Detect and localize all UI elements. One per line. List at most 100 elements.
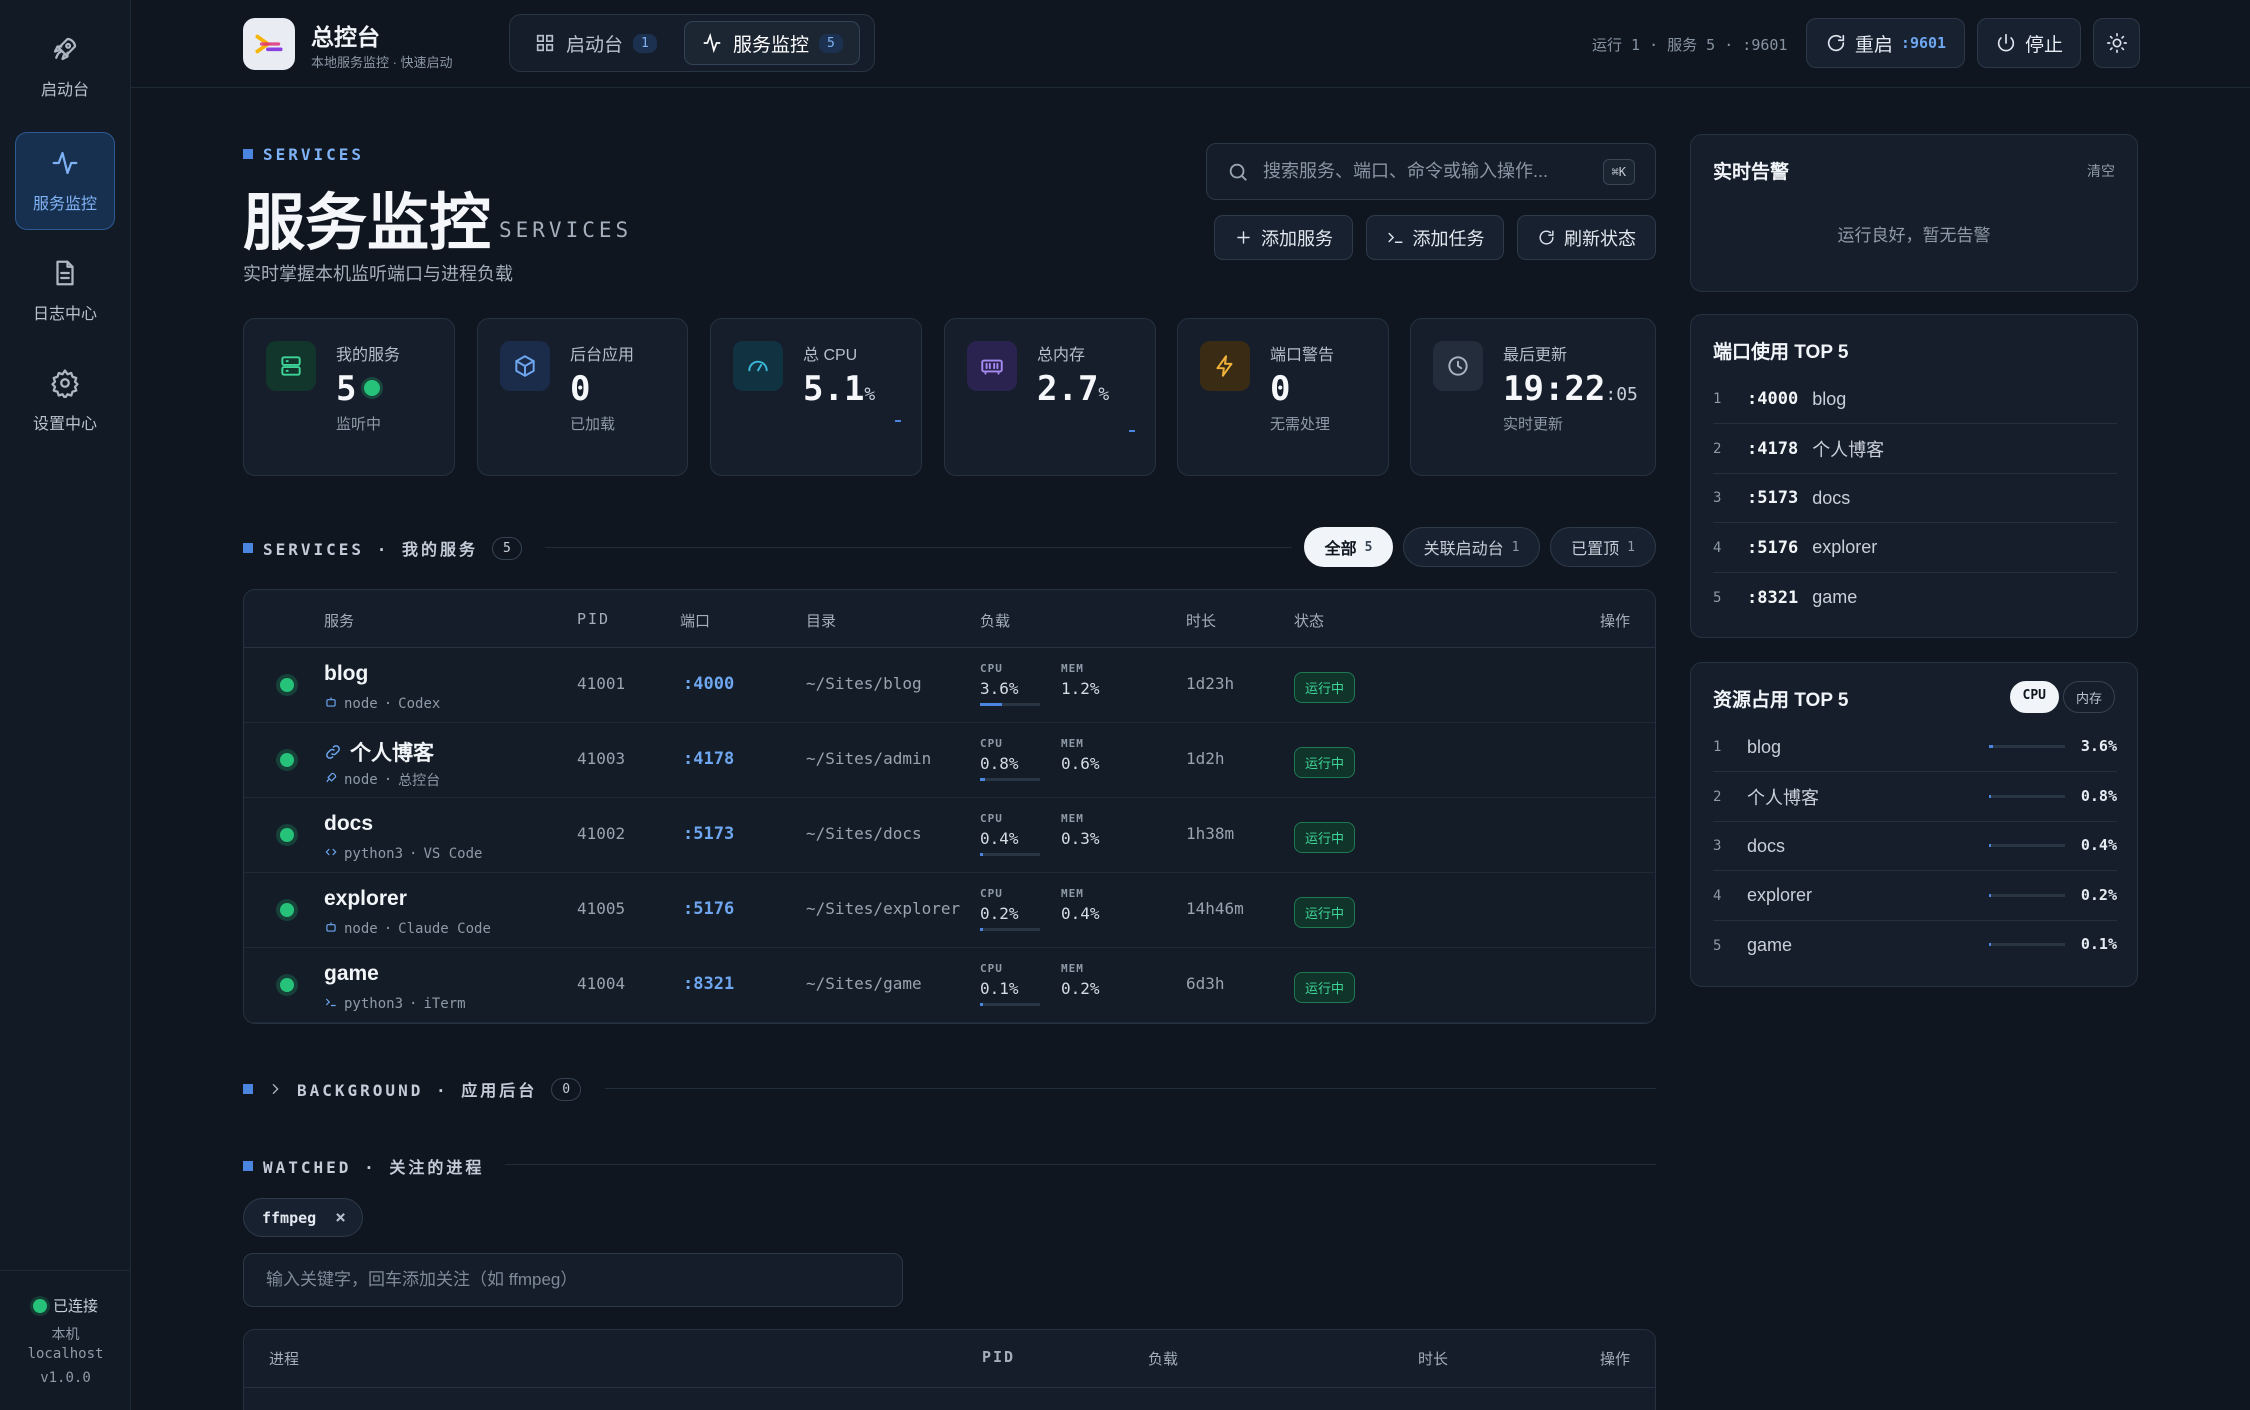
grid-icon (536, 34, 554, 52)
restart-button[interactable]: 重启 :9601 (1806, 18, 1965, 68)
watch-keyword-input[interactable] (243, 1253, 903, 1307)
stat-my-services: 我的服务 5 监听中 (243, 318, 455, 476)
run-summary: 运行 1 · 服务 5 · :9601 (1592, 36, 1788, 54)
terminal-icon (1387, 232, 1403, 243)
list-item[interactable]: 3 docs 0.4% (1713, 822, 2117, 871)
clear-alerts-button[interactable]: 清空 (2087, 161, 2115, 181)
filter-all[interactable]: 全部 5 (1304, 527, 1393, 567)
mem-load: MEM 0.3% (1061, 812, 1100, 848)
refresh-icon (1539, 230, 1554, 245)
watched-chip[interactable]: ffmpeg × (243, 1198, 363, 1237)
service-name: game (324, 962, 379, 985)
list-item[interactable]: 1 blog 3.6% (1713, 723, 2117, 772)
stop-button[interactable]: 停止 (1977, 18, 2081, 68)
link-icon (326, 745, 340, 759)
directory-path: ~/Sites/admin (806, 749, 932, 768)
sidebar-item-label: 日志中心 (32, 306, 97, 323)
cpu-load: CPU 0.2% (980, 887, 1040, 931)
sidebar-item-service-monitor[interactable]: 服务监控 (15, 132, 115, 230)
toggle-cpu[interactable]: CPU (2009, 681, 2059, 713)
services-section-heading: SERVICES · 我的服务 5 (243, 536, 522, 560)
power-icon (1997, 33, 2015, 52)
app-subtitle: 本地服务监控 · 快速启动 (311, 55, 453, 70)
list-item[interactable]: 3:5173 docs (1713, 474, 2117, 523)
port-link[interactable]: :5176 (683, 899, 734, 919)
stop-label: 停止 (2024, 34, 2063, 56)
service-name: blog (324, 662, 369, 685)
table-header: 服务 PID 端口 目录 负载 时长 状态 操作 (244, 590, 1655, 648)
toggle-memory[interactable]: 内存 (2062, 681, 2115, 713)
status-badge: 运行中 (1294, 897, 1356, 928)
watched-section-heading: WATCHED · 关注的进程 (243, 1154, 484, 1178)
page-title-en: SERVICES (499, 218, 633, 242)
port-link[interactable]: :5173 (683, 824, 734, 844)
add-service-button[interactable]: 添加服务 (1214, 215, 1353, 260)
list-item[interactable]: 5:8321 game (1713, 573, 2117, 622)
file-icon (56, 260, 74, 286)
app-title: 总控台 (311, 24, 380, 50)
plus-icon (1237, 231, 1250, 244)
list-item[interactable]: 4:5176 explorer (1713, 524, 2117, 573)
list-item[interactable]: 1:4000 blog (1713, 375, 2117, 424)
list-item[interactable]: 4 explorer 0.2% (1713, 872, 2117, 921)
service-name: explorer (324, 887, 407, 910)
port-link[interactable]: :4178 (683, 749, 734, 769)
ports-top-title: 端口使用 TOP 5 (1713, 342, 1849, 363)
service-meta: node · 总控台 (324, 770, 440, 790)
robot-icon (324, 695, 338, 713)
table-row[interactable]: docs python3 · VS Code 41002:5173 ~/Sites/doc… (244, 798, 1655, 873)
mem-load: MEM 0.6% (1061, 737, 1100, 773)
server-icon (266, 341, 316, 391)
cpu-load: CPU 0.4% (980, 812, 1040, 856)
app-logo-icon (243, 18, 295, 70)
close-icon[interactable]: × (335, 1207, 346, 1228)
status-badge: 运行中 (1294, 822, 1356, 853)
status-badge: 运行中 (1294, 972, 1356, 1003)
ports-top-panel: 端口使用 TOP 5 1:4000 blog 2:4178 个人博客 3:5173 doc… (1690, 314, 2138, 638)
stat-total-cpu: 总 CPU 5.1% (710, 318, 922, 476)
sidebar: 启动台 服务监控 日志中心 设置中心 已连接 本机 localhost v1.0… (0, 0, 131, 1410)
search-box: ⌘K (1206, 143, 1656, 200)
list-item[interactable]: 2:4178 个人博客 (1713, 425, 2117, 474)
section-divider (545, 547, 1292, 548)
list-item[interactable]: 2 个人博客 0.8% (1713, 773, 2117, 822)
refresh-status-button[interactable]: 刷新状态 (1517, 215, 1656, 260)
status-badge: 运行中 (1294, 672, 1356, 703)
search-icon (1229, 163, 1247, 181)
background-section-toggle[interactable]: BACKGROUND · 应用后台 0 (243, 1077, 582, 1101)
memory-icon (967, 341, 1017, 391)
section-divider (505, 1164, 1656, 1165)
services-table: 服务 PID 端口 目录 负载 时长 状态 操作 blog node · Codex 4… (243, 589, 1656, 1024)
service-meta: python3 · VS Code (324, 845, 482, 863)
list-item[interactable]: 5 game 0.1% (1713, 921, 2117, 970)
cube-icon (500, 341, 550, 391)
theme-toggle-button[interactable] (2093, 18, 2140, 68)
table-row[interactable]: blog node · Codex 41001:4000 ~/Sites/blog CPU 3… (244, 648, 1655, 723)
service-meta: node · Claude Code (324, 920, 491, 938)
sidebar-item-launchpad[interactable]: 启动台 (15, 18, 115, 116)
status-dot (280, 903, 294, 917)
search-input[interactable] (1263, 161, 1589, 182)
table-row[interactable]: 个人博客 node · 总控台 41003:4178 ~/Sites/admin CPU 0.… (244, 723, 1655, 798)
service-name: 个人博客 (324, 737, 434, 767)
sidebar-item-label: 启动台 (40, 82, 89, 99)
service-meta: python3 · iTerm (324, 995, 466, 1013)
table-row[interactable]: game python3 · iTerm 41004:8321 ~/Sites/game C… (244, 948, 1655, 1023)
add-task-button[interactable]: 添加任务 (1366, 215, 1504, 260)
duration-value: 6d3h (1186, 974, 1225, 993)
tab-launchpad[interactable]: 启动台 1 (518, 21, 673, 65)
filter-linked-launchpad[interactable]: 关联启动台 1 (1403, 527, 1540, 567)
pid-value: 41004 (577, 974, 626, 993)
port-link[interactable]: :8321 (683, 974, 734, 994)
directory-path: ~/Sites/blog (806, 674, 922, 693)
filter-pinned[interactable]: 已置顶 1 (1550, 527, 1656, 567)
tab-service-monitor[interactable]: 服务监控 5 (684, 21, 860, 65)
stat-background-apps: 后台应用 0 已加载 (477, 318, 688, 476)
gear-icon (51, 369, 79, 398)
sidebar-item-settings[interactable]: 设置中心 (15, 352, 115, 450)
sidebar-item-logs[interactable]: 日志中心 (15, 242, 115, 340)
port-link[interactable]: :4000 (683, 674, 734, 694)
service-name: docs (324, 812, 374, 835)
table-row[interactable]: explorer node · Claude Code 41005:5176 ~/Site… (244, 873, 1655, 948)
tab-label: 服务监控 (733, 34, 810, 56)
